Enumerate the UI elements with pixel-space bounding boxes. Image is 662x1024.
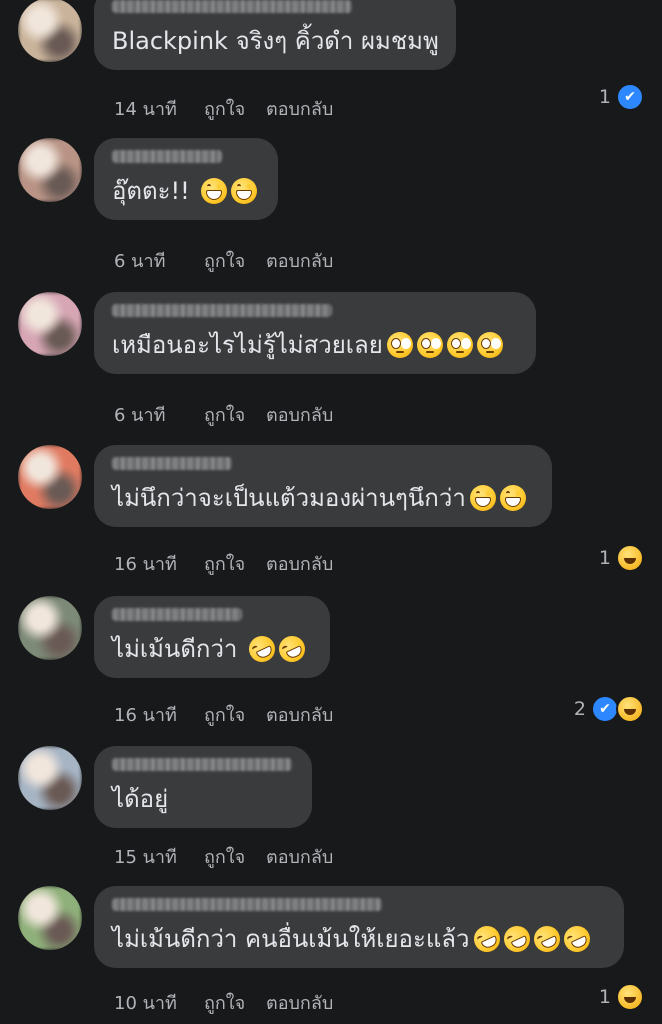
comment-text: ไม่เม้นดีกว่า [112,631,310,667]
commenter-name-redacted[interactable] [112,758,292,771]
comment-timestamp[interactable]: 16 นาที [114,549,177,578]
commenter-name-redacted[interactable] [112,457,232,470]
comment-bubble[interactable]: ได้อยู่ [94,746,312,828]
eye-roll-emoji [416,332,443,358]
avatar[interactable] [18,138,82,202]
comment-text: Blackpink จริงๆ คิ้วดำ ผมชมพู [112,26,439,56]
commenter-name-redacted[interactable] [112,304,332,317]
haha-reaction-icon [616,695,644,723]
avatar[interactable] [18,292,82,356]
reaction-summary[interactable]: 1 [598,983,644,1011]
comment-timestamp[interactable]: 14 นาที [114,94,177,123]
comment-text-content: อุ๊ตตะ!! [112,177,190,205]
comment-timestamp[interactable]: 15 นาที [114,842,177,871]
avatar-image [18,138,82,202]
grinning-face-emoji [231,178,258,204]
avatar[interactable] [18,445,82,509]
comment-timestamp[interactable]: 6 นาที [114,400,165,429]
reply-button[interactable]: ตอบกลับ [266,842,333,871]
comment-text: เหมือนอะไรไม่รู้ไม่สวยเลย [112,330,503,360]
commenter-name-redacted[interactable] [112,150,222,163]
comment-bubble[interactable]: อุ๊ตตะ!! [94,138,278,220]
comment-bubble[interactable]: ไม่เม้นดีกว่า คนอื่นเม้นให้เยอะแล้ว [94,886,624,968]
avatar[interactable] [18,886,82,950]
reply-button[interactable]: ตอบกลับ [266,988,333,1017]
comment-bubble[interactable]: เหมือนอะไรไม่รู้ไม่สวยเลย [94,292,536,374]
comment-text: อุ๊ตตะ!! [112,176,258,206]
reaction-summary[interactable]: 1 ✔ [598,83,644,111]
reply-button[interactable]: ตอบกลับ [266,549,333,578]
grinning-face-emoji [469,485,496,511]
reaction-count: 1 [598,986,611,1008]
like-button[interactable]: ถูกใจ [204,700,245,729]
comment-text-content: ไม่เม้นดีกว่า [112,635,238,663]
reaction-count: 1 [598,86,611,108]
reaction-count: 1 [598,547,611,569]
reaction-summary[interactable]: 2 ✔ [573,695,644,723]
comment-text-content: ได้อยู่ [112,785,169,813]
like-button[interactable]: ถูกใจ [204,400,245,429]
comment-timestamp[interactable]: 6 นาที [114,246,165,275]
comment-text: ได้อยู่ [112,784,168,814]
reply-button[interactable]: ตอบกลับ [266,246,333,275]
avatar-image [18,445,82,509]
like-button[interactable]: ถูกใจ [204,94,245,123]
like-button[interactable]: ถูกใจ [204,988,245,1017]
reaction-count: 2 [573,698,586,720]
comment-timestamp[interactable]: 16 นาที [114,700,177,729]
grinning-face-emoji [201,178,228,204]
comment-text-content: Blackpink จริงๆ คิ้วดำ ผมชมพู [112,27,439,55]
comment-timestamp[interactable]: 10 นาที [114,988,177,1017]
rofl-emoji [499,921,534,957]
comment-text-content: ไม่นึกว่าจะเป็นแต้วมองผ่านๆนึกว่า [112,484,466,512]
commenter-name-redacted[interactable] [112,898,382,911]
avatar[interactable] [18,596,82,660]
avatar-image [18,292,82,356]
comment-bubble[interactable]: ไม่นึกว่าจะเป็นแต้วมองผ่านๆนึกว่า [94,445,552,527]
commenter-name-redacted[interactable] [112,0,352,13]
haha-reaction-icon [616,983,644,1011]
eye-roll-emoji [476,332,503,358]
avatar-image [18,746,82,810]
avatar[interactable] [18,746,82,810]
commenter-name-redacted[interactable] [112,608,242,621]
comment-text-content: ไม่เม้นดีกว่า คนอื่นเม้นให้เยอะแล้ว [112,925,470,953]
haha-reaction-icon [616,544,644,572]
comment-bubble[interactable]: Blackpink จริงๆ คิ้วดำ ผมชมพู [94,0,456,70]
like-reaction-icon: ✔ [591,695,619,723]
reply-button[interactable]: ตอบกลับ [266,94,333,123]
reaction-summary[interactable]: 1 [598,544,644,572]
comment-text: ไม่นึกว่าจะเป็นแต้วมองผ่านๆนึกว่า [112,483,526,513]
like-button[interactable]: ถูกใจ [204,842,245,871]
like-button[interactable]: ถูกใจ [204,246,245,275]
eye-roll-emoji [386,332,413,358]
rofl-emoji [244,631,280,667]
comment-text: ไม่เม้นดีกว่า คนอื่นเม้นให้เยอะแล้ว [112,921,594,957]
comment-text-content: เหมือนอะไรไม่รู้ไม่สวยเลย [112,331,383,359]
avatar[interactable] [18,0,82,62]
avatar-image [18,596,82,660]
reply-button[interactable]: ตอบกลับ [266,400,333,429]
rofl-emoji [469,921,504,957]
reply-button[interactable]: ตอบกลับ [266,700,333,729]
rofl-emoji [274,631,310,667]
eye-roll-emoji [446,332,473,358]
rofl-emoji [559,921,594,957]
grinning-face-emoji [499,485,526,511]
comment-bubble[interactable]: ไม่เม้นดีกว่า [94,596,330,678]
avatar-image [18,886,82,950]
rofl-emoji [529,921,564,957]
avatar-image [18,0,82,62]
like-reaction-icon: ✔ [616,83,644,111]
like-button[interactable]: ถูกใจ [204,549,245,578]
